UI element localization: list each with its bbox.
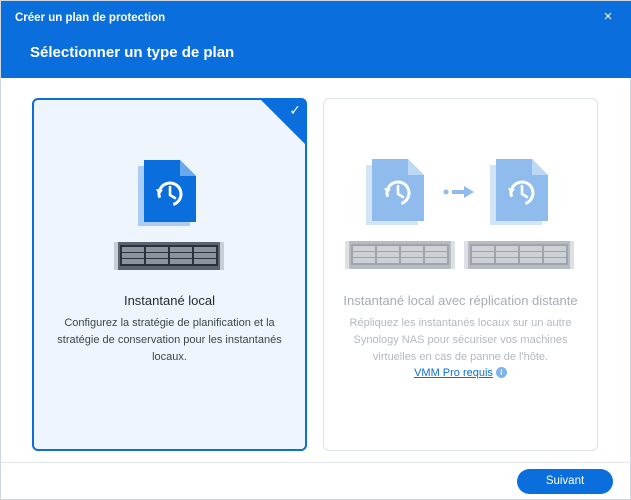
plan-option-local-snapshot[interactable]: ✓ Instantané local Configurez la stratég… [32,98,307,451]
close-icon[interactable]: × [600,9,616,25]
selected-corner: ✓ [259,98,307,146]
source-nas-icon [345,241,455,269]
vmm-pro-required-link[interactable]: VMM Pro requis [414,367,493,379]
step-title: Sélectionner un type de plan [30,44,235,61]
snapshot-document-icon [138,160,196,226]
requirement-row: VMM Pro requis i [324,367,597,379]
card-description: Configurez la stratégie de planification… [57,317,282,363]
info-icon[interactable]: i [495,367,507,378]
create-protection-plan-dialog: Créer un plan de protection × Sélectionn… [0,0,631,500]
nas-device-icon [114,242,224,270]
target-document-icon [490,159,548,225]
footer-divider [1,462,631,463]
card-title: Instantané local [123,293,216,308]
target-nas-icon [464,241,574,269]
check-icon: ✓ [289,102,301,118]
card-title: Instantané local avec réplication distan… [343,293,578,308]
dialog-header: Créer un plan de protection × Sélectionn… [1,1,631,78]
plan-option-remote-replication: Instantané local avec réplication distan… [323,98,598,451]
card-description: Répliquez les instantanés locaux sur un … [349,317,572,363]
replication-arrow-icon [443,186,474,198]
next-button[interactable]: Suivant [517,469,613,494]
source-document-icon [366,159,424,225]
window-title: Créer un plan de protection [15,12,166,24]
